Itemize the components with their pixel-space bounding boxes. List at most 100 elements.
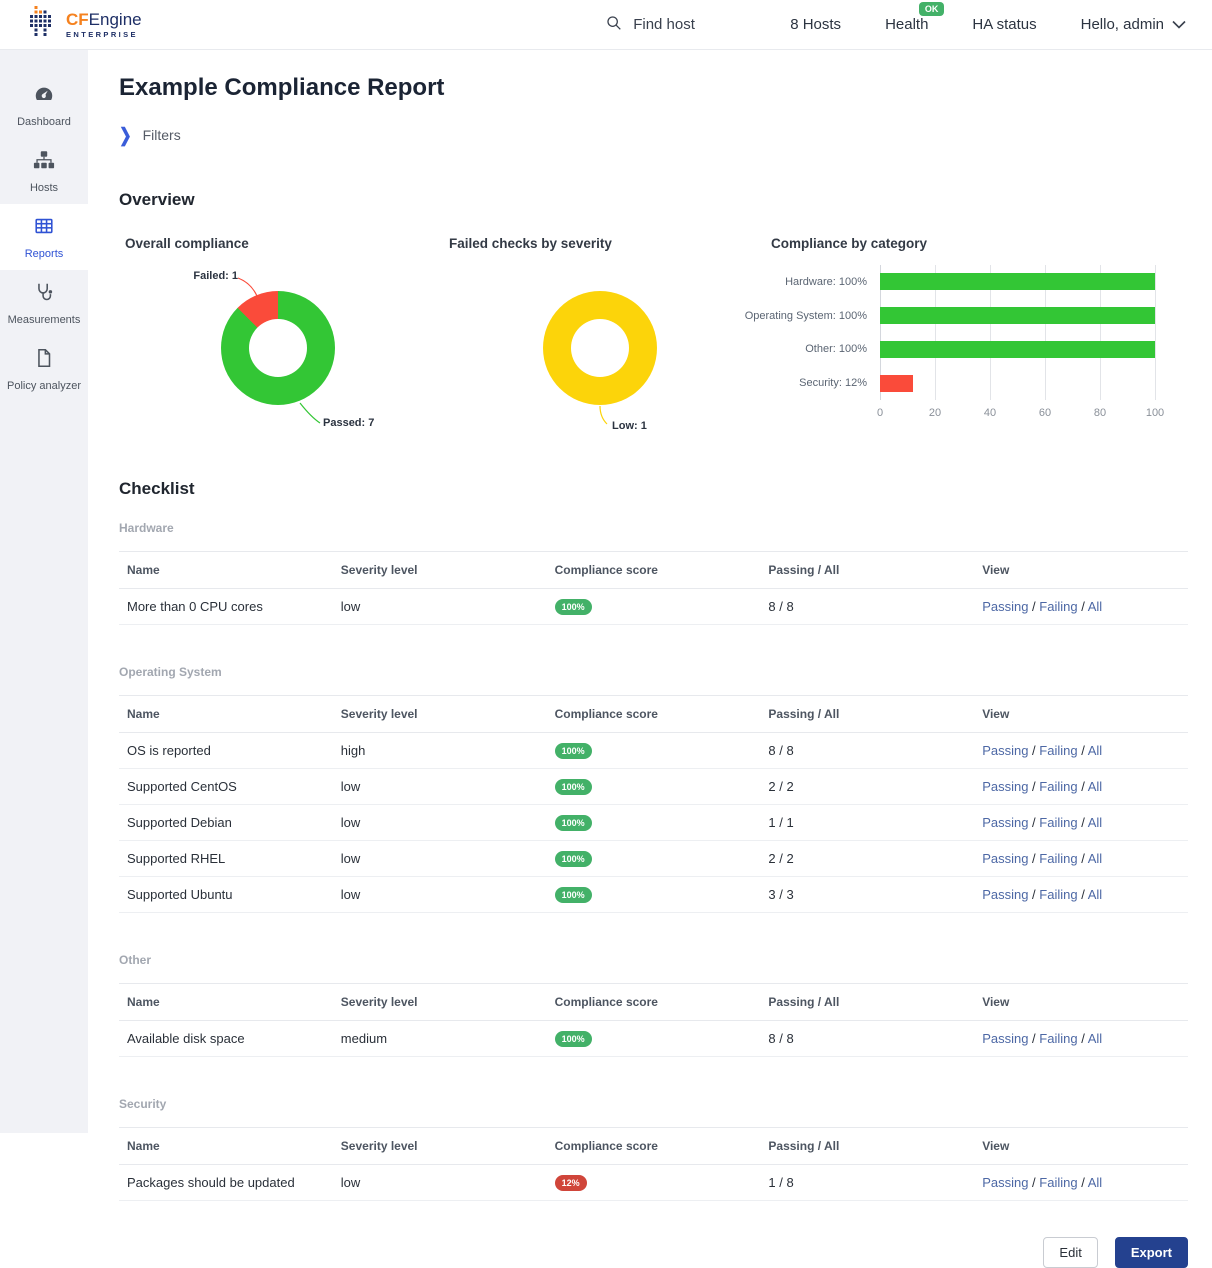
check-name: OS is reported xyxy=(119,733,333,769)
view-link-separator: / xyxy=(1078,1175,1088,1190)
ha-status-link[interactable]: HA status xyxy=(972,16,1036,33)
brand-engine: Engine xyxy=(89,10,142,29)
passing-all-value: 1 / 8 xyxy=(760,1165,974,1201)
table-row: Supported Ubuntulow100%3 / 3Passing / Fa… xyxy=(119,877,1188,913)
passing-all-value: 3 / 3 xyxy=(760,877,974,913)
view-link-all[interactable]: All xyxy=(1088,887,1102,902)
view-link-failing[interactable]: Failing xyxy=(1039,743,1077,758)
sidebar-item-dashboard[interactable]: Dashboard xyxy=(0,72,88,138)
gridline xyxy=(1155,265,1156,400)
bar-category-label: Other: 100% xyxy=(765,333,875,367)
filters-toggle[interactable]: ❯ Filters xyxy=(119,126,1188,144)
severity-level: low xyxy=(333,589,547,625)
view-link-all[interactable]: All xyxy=(1088,743,1102,758)
host-search[interactable] xyxy=(605,14,746,36)
bar-category-label: Operating System: 100% xyxy=(765,299,875,333)
view-link-passing[interactable]: Passing xyxy=(982,779,1028,794)
checklist-table: NameSeverity levelCompliance scorePassin… xyxy=(119,695,1188,913)
view-link-passing[interactable]: Passing xyxy=(982,851,1028,866)
health-link[interactable]: Health OK xyxy=(885,16,928,33)
sidebar-item-label: Reports xyxy=(25,248,64,260)
view-link-separator: / xyxy=(1028,779,1039,794)
view-link-failing[interactable]: Failing xyxy=(1039,1031,1077,1046)
view-link-failing[interactable]: Failing xyxy=(1039,851,1077,866)
passing-all-value: 1 / 1 xyxy=(760,805,974,841)
column-header: Name xyxy=(119,552,333,589)
view-link-all[interactable]: All xyxy=(1088,1175,1102,1190)
view-link-passing[interactable]: Passing xyxy=(982,1175,1028,1190)
checklist-table: NameSeverity levelCompliance scorePassin… xyxy=(119,983,1188,1057)
failed-checks-donut[interactable] xyxy=(543,291,657,405)
bar-operating-system[interactable] xyxy=(880,307,1155,324)
bar-other[interactable] xyxy=(880,341,1155,358)
view-link-failing[interactable]: Failing xyxy=(1039,887,1077,902)
hosts-count-link[interactable]: 8 Hosts xyxy=(790,16,841,33)
compliance-score-badge: 100% xyxy=(555,851,592,867)
severity-level: medium xyxy=(333,1021,547,1057)
bar-plot-area xyxy=(880,265,1155,400)
cfengine-logo[interactable]: CFEngine ENTERPRISE xyxy=(30,6,142,44)
edit-button[interactable]: Edit xyxy=(1043,1237,1097,1268)
view-link-passing[interactable]: Passing xyxy=(982,815,1028,830)
view-link-separator: / xyxy=(1028,1175,1039,1190)
sidebar-item-policy-analyzer[interactable]: Policy analyzer xyxy=(0,336,88,402)
view-link-separator: / xyxy=(1028,815,1039,830)
view-links: Passing / Failing / All xyxy=(974,805,1188,841)
section-title-other: Other xyxy=(119,953,1188,967)
bar-hardware[interactable] xyxy=(880,273,1155,290)
table-row: Supported Debianlow100%1 / 1Passing / Fa… xyxy=(119,805,1188,841)
passing-all-value: 2 / 2 xyxy=(760,841,974,877)
view-link-passing[interactable]: Passing xyxy=(982,743,1028,758)
view-link-all[interactable]: All xyxy=(1088,599,1102,614)
column-header: Passing / All xyxy=(760,696,974,733)
compliance-score-badge: 100% xyxy=(555,743,592,759)
passing-all-value: 2 / 2 xyxy=(760,769,974,805)
sidebar-item-reports[interactable]: Reports xyxy=(0,204,88,270)
view-link-separator: / xyxy=(1028,1031,1039,1046)
sidebar-item-label: Policy analyzer xyxy=(7,380,81,392)
column-header: Compliance score xyxy=(547,1128,761,1165)
page-title: Example Compliance Report xyxy=(119,74,1188,102)
bar-security[interactable] xyxy=(880,375,913,392)
overall-compliance-donut[interactable] xyxy=(221,291,335,405)
view-link-passing[interactable]: Passing xyxy=(982,887,1028,902)
view-link-separator: / xyxy=(1078,779,1088,794)
view-link-all[interactable]: All xyxy=(1088,779,1102,794)
main-content: Example Compliance Report ❯ Filters Over… xyxy=(88,50,1212,1268)
x-tick-label: 80 xyxy=(1094,407,1106,419)
gauge-icon xyxy=(33,83,55,108)
view-link-separator: / xyxy=(1078,887,1088,902)
view-link-all[interactable]: All xyxy=(1088,851,1102,866)
column-header: View xyxy=(974,1128,1188,1165)
sidebar-item-hosts[interactable]: Hosts xyxy=(0,138,88,204)
table-icon xyxy=(33,215,55,240)
severity-level: low xyxy=(333,877,547,913)
view-link-passing[interactable]: Passing xyxy=(982,1031,1028,1046)
table-row: OS is reportedhigh100%8 / 8Passing / Fai… xyxy=(119,733,1188,769)
view-link-all[interactable]: All xyxy=(1088,1031,1102,1046)
check-name: Supported Debian xyxy=(119,805,333,841)
view-link-failing[interactable]: Failing xyxy=(1039,815,1077,830)
column-header: Severity level xyxy=(333,552,547,589)
export-button[interactable]: Export xyxy=(1115,1237,1188,1268)
filters-label: Filters xyxy=(143,127,181,143)
x-axis-ticks: 020406080100 xyxy=(880,407,1155,423)
view-link-failing[interactable]: Failing xyxy=(1039,599,1077,614)
passing-all-value: 8 / 8 xyxy=(760,589,974,625)
find-host-input[interactable] xyxy=(631,15,746,34)
view-link-failing[interactable]: Failing xyxy=(1039,779,1077,794)
view-link-all[interactable]: All xyxy=(1088,815,1102,830)
brand-cf: CF xyxy=(66,10,89,29)
view-link-separator: / xyxy=(1028,599,1039,614)
view-link-separator: / xyxy=(1078,851,1088,866)
sidebar-item-measurements[interactable]: Measurements xyxy=(0,270,88,336)
user-menu[interactable]: Hello, admin xyxy=(1081,16,1186,33)
view-link-separator: / xyxy=(1028,887,1039,902)
cfengine-logo-text: CFEngine ENTERPRISE xyxy=(66,11,142,39)
view-links: Passing / Failing / All xyxy=(974,1165,1188,1201)
view-link-failing[interactable]: Failing xyxy=(1039,1175,1077,1190)
column-header: Severity level xyxy=(333,984,547,1021)
severity-level: low xyxy=(333,805,547,841)
compliance-score-badge: 100% xyxy=(555,779,592,795)
view-link-passing[interactable]: Passing xyxy=(982,599,1028,614)
